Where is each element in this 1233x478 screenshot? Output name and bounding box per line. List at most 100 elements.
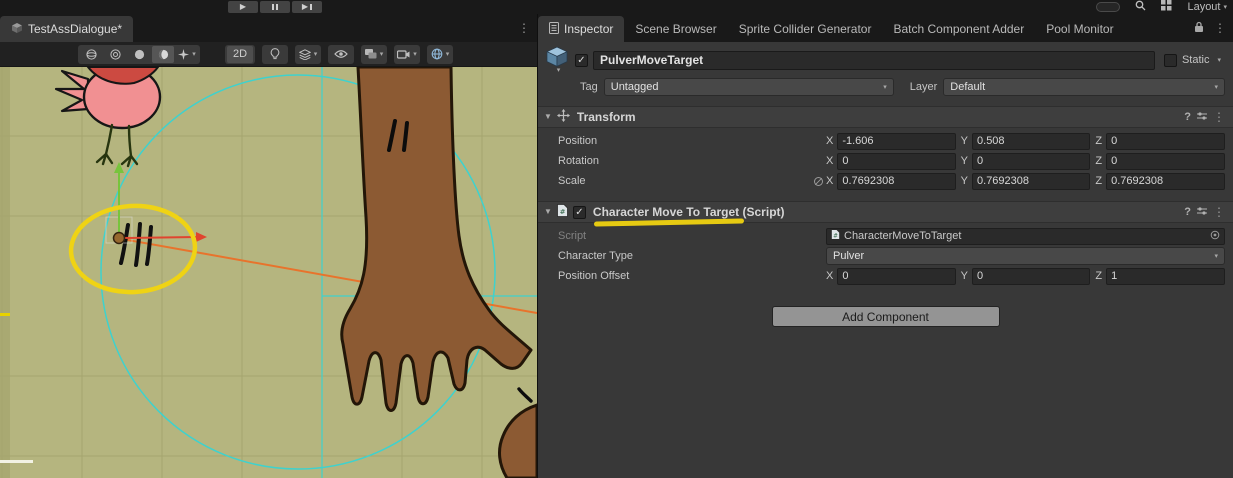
character-type-label: Character Type [558, 250, 810, 262]
check-icon: ✓ [575, 207, 583, 218]
script-component-header[interactable]: ▼ # ✓ Character Move To Target (Script) … [538, 201, 1233, 223]
offset-z-field[interactable]: 1 [1106, 268, 1225, 285]
toggle-2d-button[interactable]: 2D [227, 46, 253, 63]
account-button[interactable] [1096, 2, 1120, 12]
effects-dropdown[interactable]: ▾ [297, 46, 319, 63]
transform-icon [557, 109, 570, 125]
component-kebab-icon[interactable]: ⋮ [1213, 111, 1225, 123]
scene-light-icon[interactable] [264, 46, 286, 63]
sphere-shaded-icon[interactable] [152, 46, 174, 63]
transform-header[interactable]: ▼ Transform ? ⋮ [538, 106, 1233, 128]
position-z-field[interactable]: 0 [1106, 133, 1225, 150]
play-icon: ▶ [240, 3, 246, 11]
rotation-x-field[interactable]: 0 [837, 153, 955, 170]
object-picker-icon[interactable] [1210, 230, 1220, 243]
scale-x-field[interactable]: 0.7692308 [837, 173, 955, 190]
tab-scene-browser[interactable]: Scene Browser [624, 16, 727, 42]
script-object-field[interactable]: # CharacterMoveToTarget [826, 228, 1225, 245]
scale-y-field[interactable]: 0.7692308 [972, 173, 1090, 190]
character-type-row: Character Type Pulver▾ [538, 246, 1233, 266]
help-icon[interactable]: ? [1184, 207, 1191, 218]
axis-x-label: X [826, 135, 833, 147]
chevron-down-icon: ▾ [192, 51, 196, 58]
script-row: Script # CharacterMoveToTarget [538, 226, 1233, 246]
axis-x-label: X [826, 270, 833, 282]
scene-tab-icon [11, 22, 23, 37]
tab-batch-component-adder[interactable]: Batch Component Adder [882, 16, 1035, 42]
layer-dropdown[interactable]: Default▾ [943, 78, 1225, 96]
scene-viewport[interactable] [0, 67, 537, 478]
transform-title: Transform [577, 110, 636, 124]
rotation-z-field[interactable]: 0 [1106, 153, 1225, 170]
component-kebab-icon[interactable]: ⋮ [1213, 206, 1225, 218]
svg-text:#: # [833, 233, 838, 239]
chevron-down-icon: ▾ [446, 51, 450, 58]
axis-y-label: Y [961, 155, 968, 167]
axis-z-label: Z [1095, 175, 1102, 187]
lock-icon[interactable] [1194, 21, 1204, 36]
visibility-eye-icon[interactable] [330, 46, 352, 63]
static-checkbox[interactable] [1164, 54, 1177, 67]
tag-layer-row: Tag Untagged▾ Layer Default▾ [538, 75, 1233, 99]
sphere-ring-icon[interactable] [104, 46, 126, 63]
scale-z-field[interactable]: 0.7692308 [1106, 173, 1225, 190]
component-enabled-checkbox[interactable]: ✓ [573, 206, 586, 219]
help-icon[interactable]: ? [1184, 112, 1191, 123]
rotation-row: Rotation X0 Y0 Z0 [538, 151, 1233, 171]
scene-toolbar: ▾ 2D ▾ ▾ ▾ ▾ [0, 42, 537, 67]
tab-pool-monitor[interactable]: Pool Monitor [1035, 16, 1124, 42]
active-checkbox[interactable]: ✓ [575, 54, 588, 67]
search-icon[interactable] [1135, 0, 1146, 14]
position-offset-row: Position Offset X0 Y0 Z1 [538, 266, 1233, 286]
pause-button[interactable] [260, 1, 290, 13]
static-control: Static ▾ [1160, 54, 1225, 67]
position-y-field[interactable]: 0.508 [972, 133, 1090, 150]
flare-dropdown[interactable]: ▾ [176, 46, 198, 63]
tab-inspector[interactable]: Inspector [538, 16, 624, 42]
gizmos-dropdown[interactable]: ▾ [429, 46, 451, 63]
position-x-field[interactable]: -1.606 [837, 133, 955, 150]
sphere-filled-icon[interactable] [128, 46, 150, 63]
tab-scene[interactable]: TestAssDialogue* [0, 16, 133, 42]
gameobject-header: ▾ ✓ PulverMoveTarget Static ▾ [538, 45, 1233, 75]
edge-mark-yellow [0, 313, 10, 316]
chevron-down-icon: ▾ [380, 51, 384, 58]
inspector-tabbar: Inspector Scene Browser Sprite Collider … [538, 14, 1233, 42]
axis-x-label: X [826, 175, 833, 187]
step-icon: ▶ [302, 3, 308, 11]
sphere-wire-icon[interactable] [80, 46, 102, 63]
gameobject-icon[interactable]: ▾ [544, 46, 570, 74]
offset-x-field[interactable]: 0 [837, 268, 955, 285]
layers-dropdown[interactable]: ▾ [363, 46, 385, 63]
character-type-dropdown[interactable]: Pulver▾ [826, 247, 1225, 265]
chevron-down-icon: ▾ [1214, 84, 1218, 91]
inspector-body: ▾ ✓ PulverMoveTarget Static ▾ Tag Untagg… [538, 42, 1233, 478]
presets-icon[interactable] [1196, 205, 1208, 220]
topbar-right: Layout▾ [1096, 1, 1227, 13]
chevron-down-icon[interactable]: ▾ [1217, 57, 1221, 64]
play-button[interactable]: ▶ [228, 1, 258, 13]
scale-row: Scale X0.7692308 Y0.7692308 Z0.7692308 [538, 171, 1233, 191]
foldout-icon[interactable]: ▼ [544, 208, 552, 216]
presets-icon[interactable] [1196, 110, 1208, 125]
rotation-y-field[interactable]: 0 [972, 153, 1090, 170]
tag-dropdown[interactable]: Untagged▾ [604, 78, 894, 96]
tab-label: Inspector [564, 22, 613, 36]
static-label: Static [1182, 54, 1210, 66]
step-button[interactable]: ▶ [292, 1, 322, 13]
scale-constrain-icon[interactable] [810, 176, 826, 187]
gameobject-name-field[interactable]: PulverMoveTarget [593, 51, 1155, 70]
offset-y-field[interactable]: 0 [972, 268, 1090, 285]
inspector-menu-kebab-icon[interactable]: ⋮ [1214, 22, 1226, 34]
add-component-button[interactable]: Add Component [772, 306, 1000, 327]
axis-z-label: Z [1095, 155, 1102, 167]
tab-sprite-collider-generator[interactable]: Sprite Collider Generator [728, 16, 883, 42]
chevron-down-icon: ▾ [314, 51, 318, 58]
layout-dropdown[interactable]: Layout▾ [1187, 1, 1227, 13]
grid-icon[interactable] [1161, 0, 1172, 14]
camera-dropdown[interactable]: ▾ [396, 46, 418, 63]
check-icon: ✓ [577, 55, 585, 66]
foldout-icon[interactable]: ▼ [544, 113, 552, 121]
scene-menu-kebab-icon[interactable]: ⋮ [518, 22, 530, 34]
layer-label: Layer [910, 81, 938, 93]
